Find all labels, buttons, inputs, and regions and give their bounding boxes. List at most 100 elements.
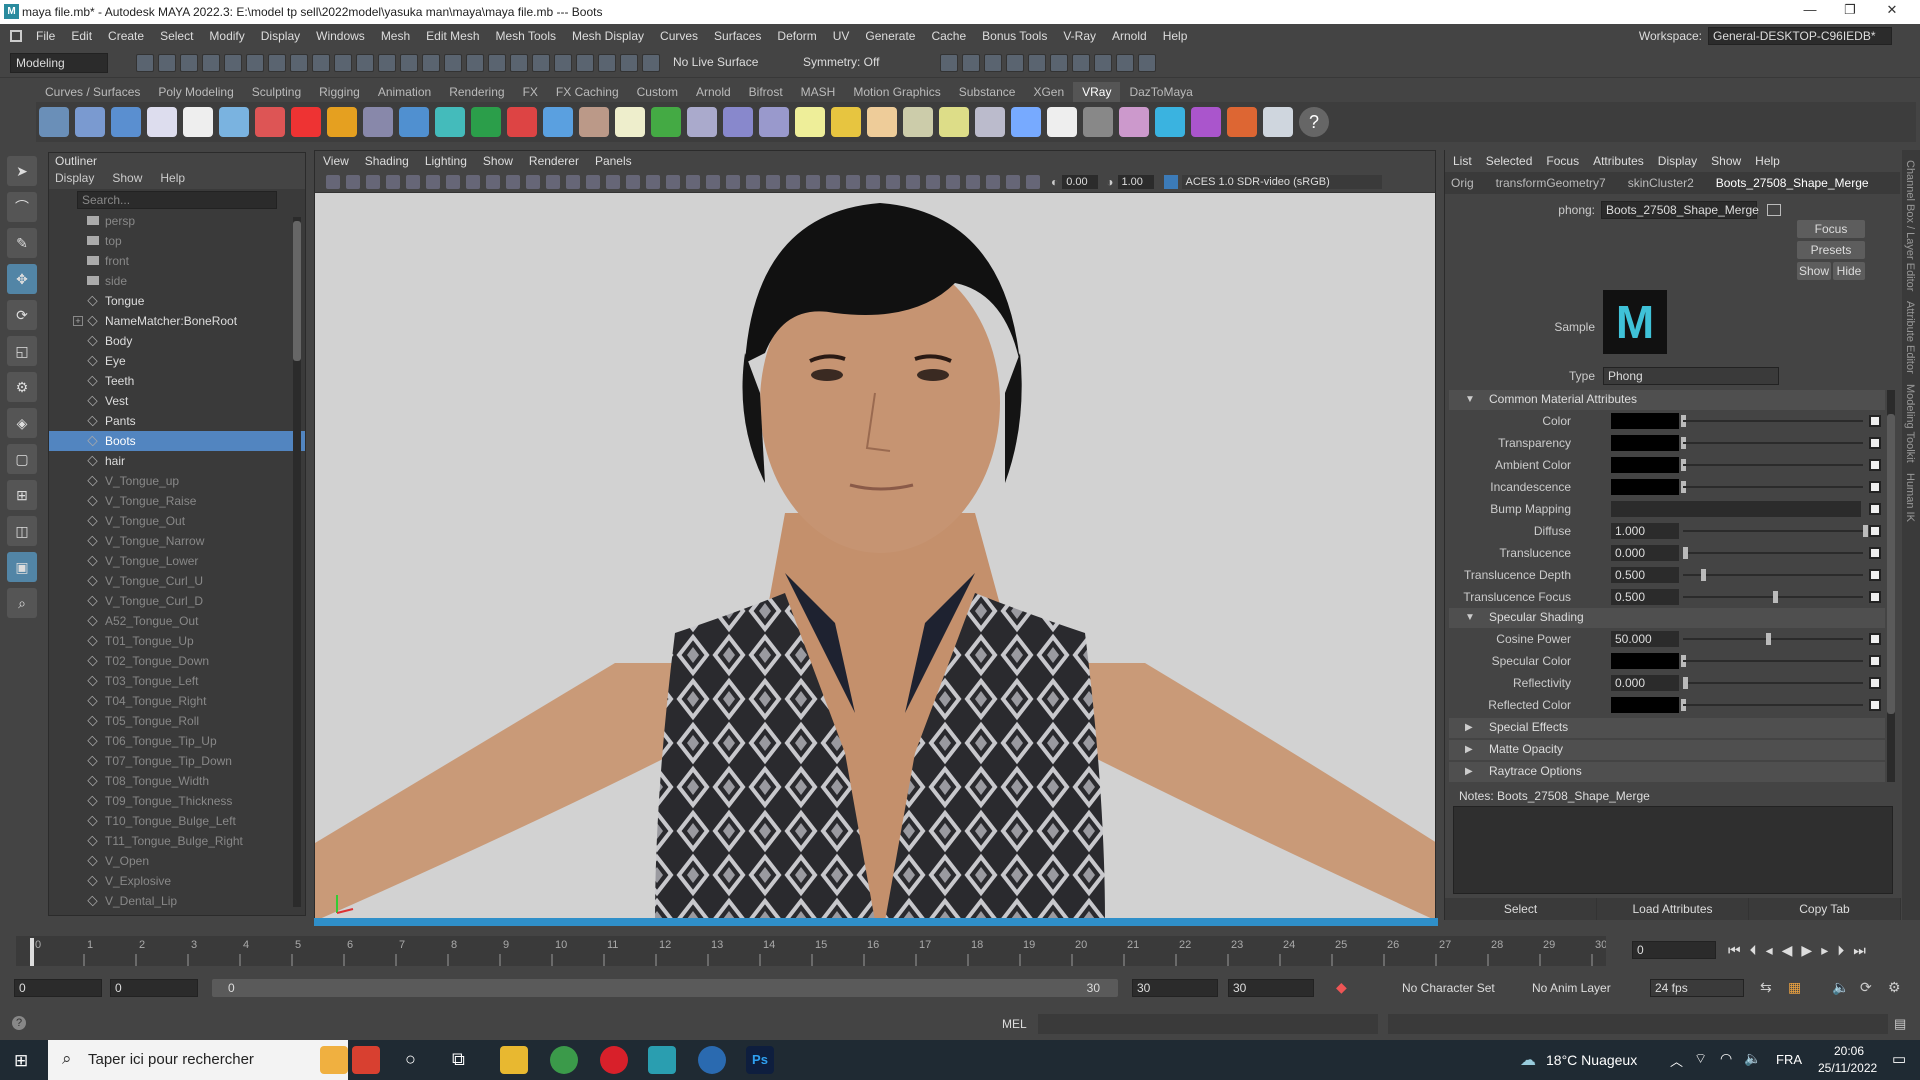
taskbar-search[interactable]: ⌕ Taper ici pour rechercher [48, 1040, 348, 1080]
move-tool-icon[interactable]: ✥ [7, 264, 37, 294]
status-tool-icon[interactable] [246, 53, 264, 72]
ae-load-attributes-button[interactable]: Load Attributes [1597, 898, 1749, 920]
vray-shelf-tool-icon[interactable] [1227, 107, 1257, 137]
vray-shelf-tool-icon[interactable] [291, 107, 321, 137]
status-tool-icon[interactable] [620, 53, 638, 72]
menu-uv[interactable]: UV [825, 24, 858, 48]
side-tab-modeling-toolkit[interactable]: Modeling Toolkit [1904, 384, 1916, 463]
status-tool-icon[interactable] [488, 53, 506, 72]
map-button-icon[interactable] [1869, 655, 1881, 667]
status-tool-icon[interactable] [268, 53, 286, 72]
color-swatch[interactable] [1611, 413, 1679, 429]
playback-speed-icon[interactable]: ⟳ [1860, 979, 1872, 996]
attr-slider-knob[interactable] [1863, 525, 1868, 537]
keyboard-language[interactable]: FRA [1776, 1052, 1802, 1067]
vray-shelf-tool-icon[interactable] [1155, 107, 1185, 137]
viewport-tool-icon[interactable] [806, 174, 820, 189]
outliner-scrollbar[interactable] [293, 217, 301, 907]
vray-shelf-tool-icon[interactable] [75, 107, 105, 137]
live-surface[interactable]: No Live Surface [668, 52, 768, 73]
viewport-tool-icon[interactable] [766, 174, 780, 189]
viewport-tool-icon[interactable] [666, 174, 680, 189]
vray-shelf-tool-icon[interactable] [687, 107, 717, 137]
clock-date[interactable]: 25/11/2022 [1818, 1061, 1877, 1075]
clock-time[interactable]: 20:06 [1834, 1044, 1864, 1058]
script-language[interactable]: MEL [1002, 1017, 1027, 1031]
outliner-item[interactable]: T01_Tongue_Up [49, 631, 305, 651]
shelf-tab-custom[interactable]: Custom [628, 82, 687, 102]
viewport-tool-icon[interactable] [446, 174, 460, 189]
focus-button[interactable]: Focus [1797, 220, 1865, 238]
ae-menu-display[interactable]: Display [1658, 154, 1697, 168]
workspace-selector[interactable]: Workspace: General-DESKTOP-C96IEDB* [1639, 27, 1892, 45]
gamma-field[interactable]: 1.00 [1117, 174, 1154, 189]
vray-shelf-tool-icon[interactable] [867, 107, 897, 137]
viewport-tool-icon[interactable] [486, 174, 500, 189]
outliner-item[interactable]: V_Dental_Lip [49, 891, 305, 911]
viewport-tool-icon[interactable] [1006, 174, 1020, 189]
outliner-item[interactable]: V_Tongue_Curl_D [49, 591, 305, 611]
wifi-icon[interactable]: ◠ [1720, 1050, 1732, 1067]
outliner-item[interactable]: Eye [49, 351, 305, 371]
anim-end-field[interactable]: 30 [1132, 979, 1218, 997]
outliner-item[interactable]: + NameMatcher:BoneRoot [49, 311, 305, 331]
menu-bonus-tools[interactable]: Bonus Tools [974, 24, 1055, 48]
shelf-tab-rendering[interactable]: Rendering [440, 82, 513, 102]
viewport-tool-icon[interactable] [506, 174, 520, 189]
script-editor-icon[interactable]: ▤ [1894, 1016, 1906, 1032]
outliner-item[interactable]: T10_Tongue_Bulge_Left [49, 811, 305, 831]
attr-slider-track[interactable] [1683, 420, 1863, 422]
lasso-tool-icon[interactable]: ⌒ [7, 192, 37, 222]
ae-menu-show[interactable]: Show [1711, 154, 1741, 168]
status-tool-icon[interactable] [312, 53, 330, 72]
outliner-item[interactable]: T04_Tongue_Right [49, 691, 305, 711]
viewport-tool-icon[interactable] [386, 174, 400, 189]
status-tool-icon[interactable] [598, 53, 616, 72]
attr-value-field[interactable]: 0.500 [1611, 589, 1679, 605]
attr-slider-knob[interactable] [1683, 547, 1688, 559]
status-tool-icon[interactable] [136, 53, 154, 72]
vray-shelf-tool-icon[interactable] [795, 107, 825, 137]
outliner-item[interactable]: persp [49, 211, 305, 231]
ae-menu-selected[interactable]: Selected [1486, 154, 1533, 168]
attr-slider-knob[interactable] [1773, 591, 1778, 603]
viewport-tool-icon[interactable] [886, 174, 900, 189]
node-name-field[interactable]: Boots_27508_Shape_Merge [1601, 201, 1759, 219]
status-tool-icon[interactable] [444, 53, 462, 72]
vray-shelf-tool-icon[interactable] [1083, 107, 1113, 137]
layout-two-icon[interactable]: ◫ [7, 516, 37, 546]
ae-copy-tab-button[interactable]: Copy Tab [1749, 898, 1901, 920]
color-swatch[interactable] [1611, 435, 1679, 451]
shelf-tab-xgen[interactable]: XGen [1024, 82, 1073, 102]
menu-cache[interactable]: Cache [923, 24, 974, 48]
step-forward-frame-icon[interactable]: ▸ [1821, 942, 1828, 959]
outliner-item[interactable]: V_Tongue_Lower [49, 551, 305, 571]
gift-app-icon[interactable] [352, 1046, 380, 1074]
shelf-tab-rigging[interactable]: Rigging [310, 82, 369, 102]
play-backwards-icon[interactable]: ◀ [1782, 942, 1793, 959]
vray-shelf-tool-icon[interactable] [435, 107, 465, 137]
ae-tab-boots-27508-shape-merge[interactable]: Boots_27508_Shape_Merge [1716, 176, 1869, 190]
outliner-item[interactable]: V_Tongue_Curl_U [49, 571, 305, 591]
vray-shelf-tool-icon[interactable] [183, 107, 213, 137]
render-tool-icon[interactable] [1050, 53, 1068, 72]
exposure-field[interactable]: 0.00 [1062, 174, 1099, 189]
step-forward-key-icon[interactable]: ⏵ [1837, 942, 1844, 959]
render-view[interactable] [315, 193, 1435, 919]
ae-scrollbar[interactable] [1887, 390, 1895, 782]
help-icon[interactable]: ? [1299, 107, 1329, 137]
outliner-item[interactable]: top [49, 231, 305, 251]
attr-value-field[interactable]: 0.000 [1611, 675, 1679, 691]
map-button-icon[interactable] [1869, 633, 1881, 645]
menu-modify[interactable]: Modify [201, 24, 252, 48]
command-input[interactable] [1038, 1014, 1378, 1034]
attr-value-field[interactable]: 0.000 [1611, 545, 1679, 561]
viewport-tool-icon[interactable] [646, 174, 660, 189]
attr-slider-knob[interactable] [1766, 633, 1771, 645]
viewport-tool-icon[interactable] [406, 174, 420, 189]
outliner-item[interactable]: Boots [49, 431, 305, 451]
file-explorer-icon[interactable] [500, 1046, 528, 1074]
vray-shelf-tool-icon[interactable] [543, 107, 573, 137]
map-button-icon[interactable] [1869, 547, 1881, 559]
shelf-tab-fx-caching[interactable]: FX Caching [547, 82, 628, 102]
